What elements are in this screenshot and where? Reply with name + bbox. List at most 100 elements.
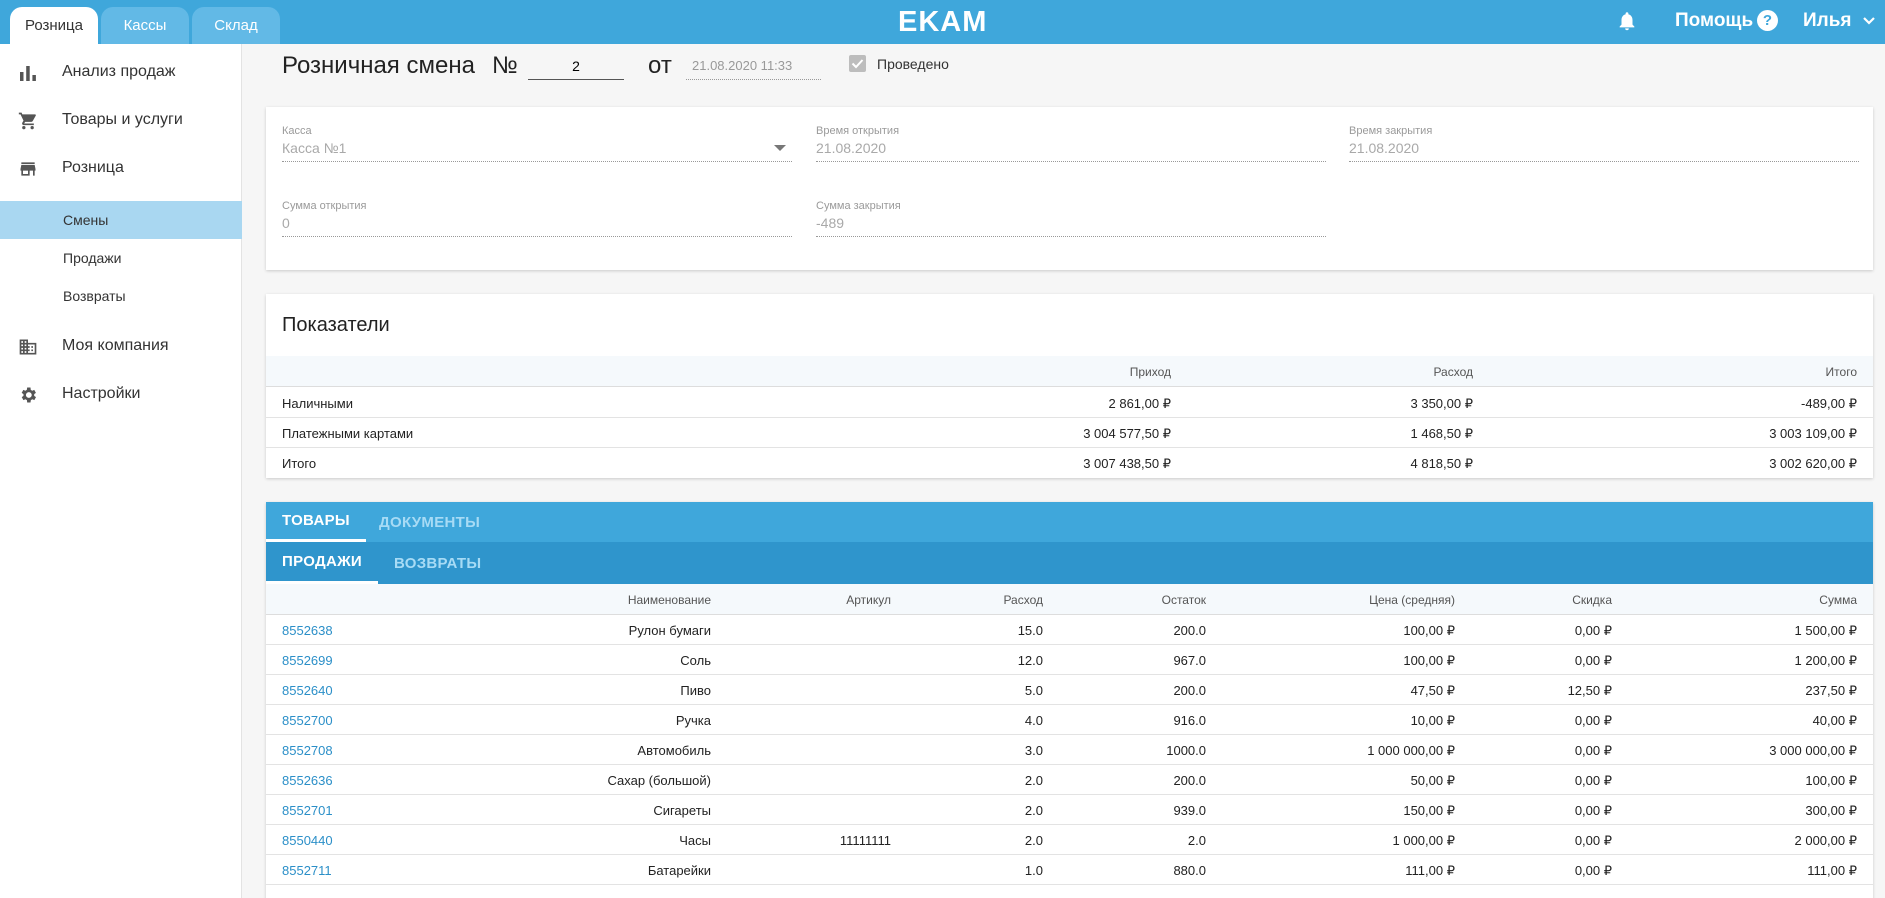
row-label: Итого: [282, 456, 317, 471]
sidebar-item-goods[interactable]: Товары и услуги: [0, 100, 242, 140]
column-header: Приход: [1129, 365, 1171, 379]
goods-card: ТОВАРЫ ДОКУМЕНТЫ ПРОДАЖИ ВОЗВРАТЫ Наимен…: [266, 502, 1873, 898]
sidebar-item-label: Розница: [62, 159, 124, 176]
field-value[interactable]: 0: [282, 215, 792, 237]
goods-table-header: Наименование Артикул Расход Остаток Цена…: [266, 584, 1873, 615]
sum-cell: 1 200,00 ₽: [1794, 653, 1858, 668]
discount-cell: 0,00 ₽: [1574, 773, 1612, 788]
quantity-cell: 3.0: [1024, 743, 1043, 758]
sidebar-item-retail[interactable]: Розница: [0, 148, 242, 188]
product-id-link[interactable]: 8552711: [282, 863, 332, 878]
tab-retail[interactable]: Розница: [10, 7, 98, 44]
shift-number-input[interactable]: [528, 52, 624, 80]
sidebar-item-sales-analysis[interactable]: Анализ продаж: [0, 52, 242, 92]
close-sum-field[interactable]: Сумма закрытия -489: [816, 200, 1326, 237]
shift-date-input[interactable]: [686, 52, 821, 80]
sidebar-subitem-shifts[interactable]: Смены: [0, 201, 242, 239]
product-id-link[interactable]: 8552700: [282, 713, 333, 728]
chevron-down-icon[interactable]: [1862, 14, 1876, 28]
field-label: Сумма закрытия: [816, 200, 901, 212]
column-header: Сумма: [1819, 593, 1857, 607]
stock-cell: 939.0: [1173, 803, 1206, 818]
sidebar-subitem-label: Смены: [63, 212, 109, 228]
subtabs-bar: ПРОДАЖИ ВОЗВРАТЫ: [266, 542, 1873, 584]
posted-checkbox[interactable]: [849, 55, 866, 72]
field-label: Время закрытия: [1349, 125, 1433, 137]
income-cell: 3 004 577,50 ₽: [1083, 426, 1171, 441]
sum-cell: 1 500,00 ₽: [1794, 623, 1858, 638]
quantity-cell: 1.0: [1024, 863, 1043, 878]
field-label: Время открытия: [816, 125, 900, 137]
indicators-title: Показатели: [282, 314, 390, 336]
product-name-cell: Часы: [679, 833, 711, 848]
dropdown-arrow-icon[interactable]: [774, 145, 786, 151]
table-row[interactable]: 8552708 Автомобиль 3.0 1000.0 1 000 000,00 ₽…: [266, 735, 1873, 765]
column-header: Расход: [1003, 593, 1043, 607]
tab-warehouse[interactable]: Склад: [192, 7, 280, 44]
sidebar-subitem-returns[interactable]: Возвраты: [0, 277, 242, 315]
field-label: Сумма открытия: [282, 200, 367, 212]
check-icon: [851, 59, 864, 69]
price-cell: 100,00 ₽: [1403, 623, 1455, 638]
sidebar-subitem-sales[interactable]: Продажи: [0, 239, 242, 277]
tab-documents[interactable]: ДОКУМЕНТЫ: [379, 502, 480, 542]
help-label[interactable]: Помощь: [1675, 10, 1753, 32]
discount-cell: 0,00 ₽: [1574, 653, 1612, 668]
tab-goods[interactable]: ТОВАРЫ: [266, 502, 366, 542]
product-id-link[interactable]: 8552638: [282, 623, 333, 638]
table-row[interactable]: 8550440 Часы 11111111 2.0 2.0 1 000,00 ₽ 0,00 …: [266, 825, 1873, 855]
close-time-field[interactable]: Время закрытия 21.08.2020: [1349, 125, 1859, 162]
sum-cell: 237,50 ₽: [1805, 683, 1857, 698]
tab-returns[interactable]: ВОЗВРАТЫ: [394, 542, 481, 584]
product-id-link[interactable]: 8552640: [282, 683, 333, 698]
product-id-link[interactable]: 8550440: [282, 833, 333, 848]
register-field[interactable]: Касса Касса №1: [282, 125, 792, 162]
table-row: Платежными картами 3 004 577,50 ₽ 1 468,…: [266, 418, 1873, 448]
open-time-field[interactable]: Время открытия 21.08.2020: [816, 125, 1326, 162]
user-menu[interactable]: Илья: [1803, 10, 1852, 32]
total-cell: -489,00 ₽: [1801, 396, 1857, 411]
field-value[interactable]: 21.08.2020: [816, 140, 1326, 162]
table-row[interactable]: 8552699 Соль 12.0 967.0 100,00 ₽ 0,00 ₽ 1 200,…: [266, 645, 1873, 675]
help-icon[interactable]: ?: [1757, 10, 1778, 31]
open-sum-field[interactable]: Сумма открытия 0: [282, 200, 792, 237]
bell-icon[interactable]: [1616, 9, 1638, 33]
income-cell: 3 007 438,50 ₽: [1083, 456, 1171, 471]
sum-cell: 300,00 ₽: [1805, 803, 1857, 818]
sidebar-subitem-label: Продажи: [63, 250, 122, 266]
sum-cell: 100,00 ₽: [1805, 773, 1857, 788]
field-label: Касса: [282, 125, 312, 137]
tab-registers[interactable]: Кассы: [101, 7, 189, 44]
product-id-link[interactable]: 8552699: [282, 653, 333, 668]
quantity-cell: 2.0: [1024, 803, 1043, 818]
register-select[interactable]: Касса №1: [282, 140, 792, 162]
price-cell: 10,00 ₽: [1410, 713, 1455, 728]
tab-sales[interactable]: ПРОДАЖИ: [266, 542, 379, 584]
sum-cell: 40,00 ₽: [1812, 713, 1857, 728]
column-header: Наименование: [627, 593, 711, 607]
product-id-link[interactable]: 8552701: [282, 803, 333, 818]
table-row[interactable]: 8552638 Рулон бумаги 15.0 200.0 100,00 ₽ 0,00…: [266, 615, 1873, 645]
table-row[interactable]: 8552701 Сигареты 2.0 939.0 150,00 ₽ 0,00 ₽ 300…: [266, 795, 1873, 825]
column-header: Итого: [1825, 365, 1857, 379]
expense-cell: 3 350,00 ₽: [1410, 396, 1474, 411]
price-cell: 47,50 ₽: [1410, 683, 1455, 698]
sidebar-item-settings[interactable]: Настройки: [0, 374, 242, 414]
income-cell: 2 861,00 ₽: [1108, 396, 1172, 411]
row-label: Платежными картами: [282, 426, 414, 441]
indicators-header: Приход Расход Итого: [266, 356, 1873, 387]
product-id-link[interactable]: 8552636: [282, 773, 333, 788]
table-row[interactable]: 8552700 Ручка 4.0 916.0 10,00 ₽ 0,00 ₽ 40,00 ₽: [266, 705, 1873, 735]
discount-cell: 0,00 ₽: [1574, 833, 1612, 848]
discount-cell: 0,00 ₽: [1574, 623, 1612, 638]
sidebar-item-company[interactable]: Моя компания: [0, 326, 242, 366]
table-row[interactable]: 8552711 Батарейки 1.0 880.0 111,00 ₽ 0,00 ₽ 11…: [266, 855, 1873, 885]
stock-cell: 967.0: [1173, 653, 1206, 668]
discount-cell: 0,00 ₽: [1574, 713, 1612, 728]
field-value[interactable]: 21.08.2020: [1349, 140, 1859, 162]
table-row[interactable]: 8552640 Пиво 5.0 200.0 47,50 ₽ 12,50 ₽ 237,50 …: [266, 675, 1873, 705]
table-row[interactable]: 8552636 Сахар (большой) 2.0 200.0 50,00 ₽ 0,0…: [266, 765, 1873, 795]
stock-cell: 1000.0: [1166, 743, 1206, 758]
product-id-link[interactable]: 8552708: [282, 743, 333, 758]
field-value[interactable]: -489: [816, 215, 1326, 237]
